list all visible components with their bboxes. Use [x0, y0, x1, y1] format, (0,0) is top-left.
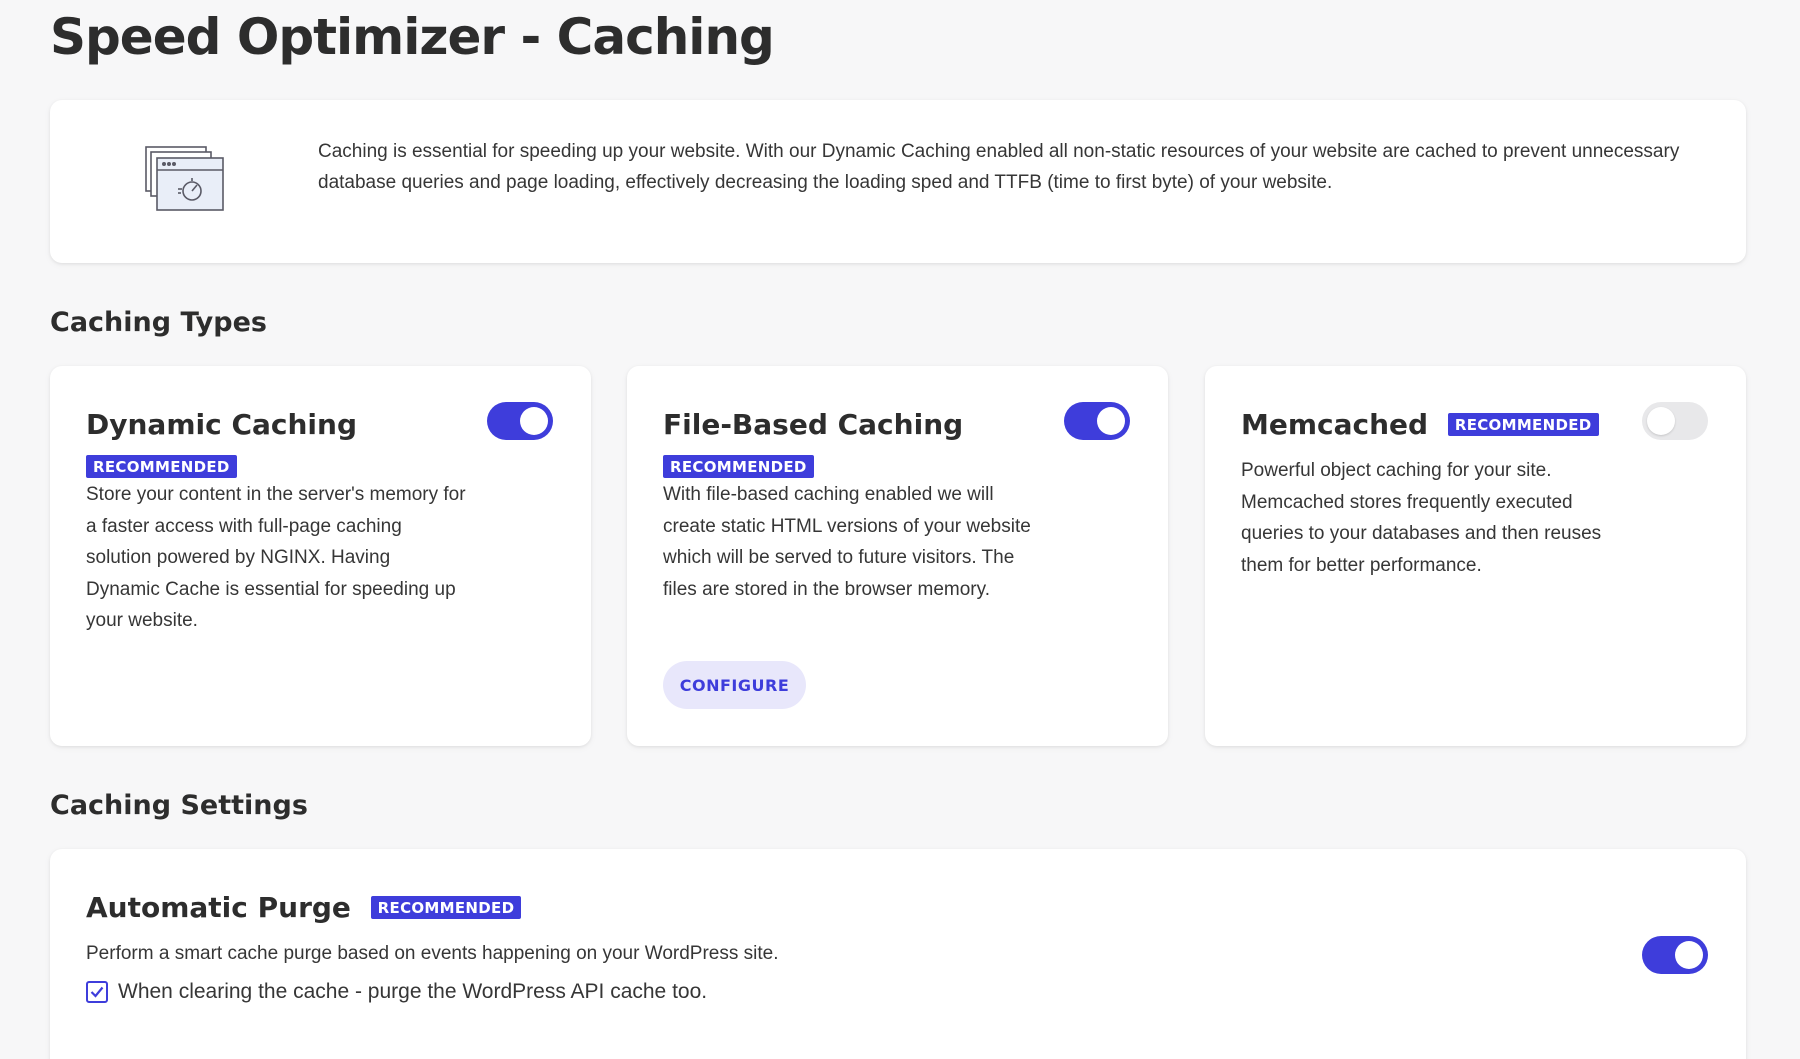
checkmark-icon — [90, 986, 104, 998]
automatic-purge-toggle[interactable] — [1642, 936, 1708, 974]
recommended-badge: RECOMMENDED — [663, 455, 814, 478]
caching-settings-heading: Caching Settings — [50, 790, 308, 821]
file-based-caching-title: File-Based Caching — [663, 408, 964, 441]
recommended-badge: RECOMMENDED — [370, 896, 522, 919]
intro-text: Caching is essential for speeding up you… — [318, 141, 1680, 193]
dynamic-caching-toggle[interactable] — [487, 402, 553, 440]
recommended-badge: RECOMMENDED — [1447, 413, 1599, 436]
automatic-purge-description: Perform a smart cache purge based on eve… — [86, 943, 779, 964]
page-title: Speed Optimizer - Caching — [50, 8, 775, 66]
automatic-purge-title: Automatic Purge — [86, 891, 351, 924]
memcached-toggle[interactable] — [1642, 402, 1708, 440]
memcached-title-row: Memcached RECOMMENDED — [1241, 408, 1599, 441]
dynamic-caching-card: Dynamic Caching RECOMMENDED Store your c… — [50, 366, 591, 746]
purge-api-cache-option: When clearing the cache - purge the Word… — [86, 980, 707, 1004]
intro-card: Caching is essential for speeding up you… — [50, 100, 1746, 263]
memcached-title: Memcached — [1241, 408, 1429, 441]
recommended-badge: RECOMMENDED — [86, 455, 237, 478]
memcached-description: Powerful object caching for your site. M… — [1241, 460, 1602, 576]
caching-types-heading: Caching Types — [50, 307, 267, 338]
purge-api-cache-checkbox[interactable] — [86, 981, 108, 1003]
automatic-purge-card: Automatic Purge RECOMMENDED Perform a sm… — [50, 849, 1746, 1059]
browser-speed-icon — [144, 145, 228, 215]
dynamic-caching-description: Store your content in the server's memor… — [86, 484, 466, 631]
purge-api-cache-label: When clearing the cache - purge the Word… — [118, 980, 708, 1003]
file-based-caching-card: File-Based Caching RECOMMENDED With file… — [627, 366, 1168, 746]
dynamic-caching-title: Dynamic Caching — [86, 408, 357, 441]
file-based-caching-description: With file-based caching enabled we will … — [663, 484, 1031, 600]
memcached-card: Memcached RECOMMENDED Powerful object ca… — [1205, 366, 1746, 746]
file-based-caching-toggle[interactable] — [1064, 402, 1130, 440]
configure-button[interactable]: CONFIGURE — [663, 661, 806, 709]
automatic-purge-title-row: Automatic Purge RECOMMENDED — [86, 891, 522, 924]
page: Speed Optimizer - Caching Caching is ess… — [0, 0, 1800, 1059]
